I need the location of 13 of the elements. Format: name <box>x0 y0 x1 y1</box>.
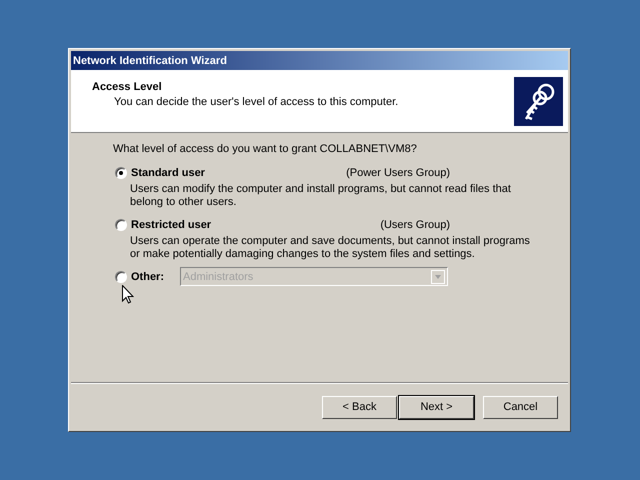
page-title: Access Level <box>92 81 163 93</box>
page-subtitle: You can decide the user's level of access to this computer. <box>113 96 398 108</box>
wizard-button[interactable]: < Back <box>322 396 397 418</box>
window-title: Network Identification Wizard <box>73 54 227 66</box>
group-label: (Users Group) <box>380 218 450 230</box>
option-label[interactable]: Standard user <box>131 166 205 178</box>
question-text: What level of access do you want to grant COLLABNET\VM8? <box>113 143 418 155</box>
option-description: Users can modify the computer and install programs, but cannot read files that belong to other users. <box>130 183 512 209</box>
wizard-button[interactable]: Next > <box>399 396 474 418</box>
group-label: (Power Users Group) <box>346 166 450 178</box>
option-label[interactable]: Restricted user <box>131 218 212 230</box>
option-description: Users can operate the computer and save documents, but cannot install programs or make potentially damaging changes to the system files and settings. <box>130 235 531 261</box>
wizard-button[interactable]: Cancel <box>483 396 558 418</box>
